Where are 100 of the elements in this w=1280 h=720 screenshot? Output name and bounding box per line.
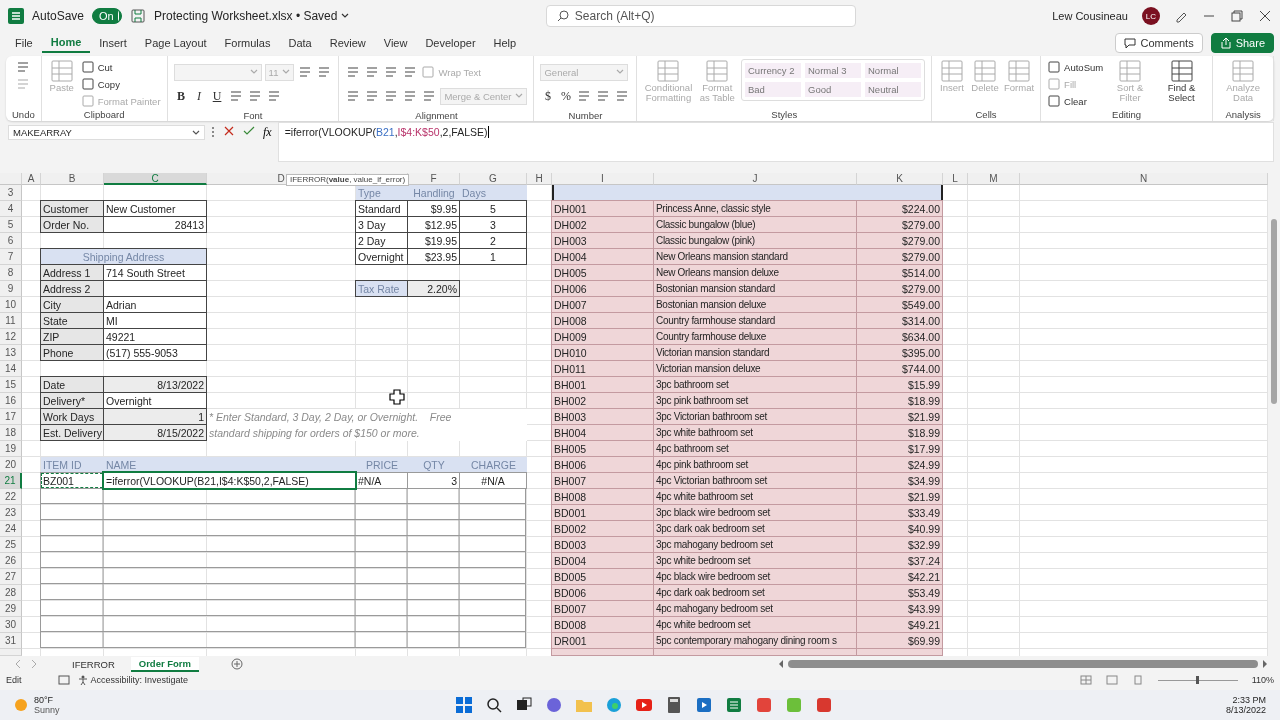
row-header[interactable]: 30 (0, 617, 22, 633)
spreadsheet-app-icon[interactable] (725, 696, 743, 714)
style-swatch[interactable]: Normal 3 (805, 63, 861, 78)
row-header[interactable]: 6 (0, 233, 22, 249)
page-break-icon[interactable] (1131, 675, 1144, 685)
ribbon-button[interactable]: AutoSum (1047, 59, 1104, 75)
row-header[interactable]: 9 (0, 281, 22, 297)
row-header[interactable]: 15 (0, 377, 22, 393)
add-sheet-icon[interactable] (231, 658, 243, 670)
row-header[interactable]: 26 (0, 553, 22, 569)
style-swatch[interactable]: Bad (745, 82, 801, 97)
restore-icon[interactable] (1230, 9, 1244, 23)
document-title[interactable]: Protecting Worksheet.xlsx • Saved (154, 9, 350, 23)
column-header[interactable]: I (552, 173, 654, 185)
ribbon-tab[interactable]: Page Layout (135, 34, 216, 52)
row-header[interactable]: 28 (0, 585, 22, 601)
style-swatch[interactable]: Normal (865, 63, 921, 78)
bold-button[interactable]: B (173, 88, 189, 104)
scroll-thumb[interactable] (1271, 219, 1277, 404)
column-header[interactable]: L (943, 173, 968, 185)
zoom-slider[interactable] (1157, 675, 1238, 685)
play-icon[interactable] (635, 696, 653, 714)
column-header[interactable]: F (408, 173, 460, 185)
ribbon-button[interactable]: Cut (80, 59, 161, 75)
row-header[interactable]: 27 (0, 569, 22, 585)
app-icon[interactable] (755, 696, 773, 714)
scroll-left-icon[interactable] (778, 660, 784, 668)
row-header[interactable] (0, 649, 22, 656)
row-header[interactable]: 5 (0, 217, 22, 233)
normal-view-icon[interactable] (1079, 675, 1092, 685)
row-header[interactable]: 10 (0, 297, 22, 313)
row-header[interactable]: 16 (0, 393, 22, 409)
calculator-icon[interactable] (665, 696, 683, 714)
sun-icon[interactable] (14, 698, 28, 712)
user-avatar[interactable]: LC (1142, 7, 1160, 25)
row-header[interactable]: 14 (0, 361, 22, 377)
autosave-toggle[interactable]: On (92, 8, 123, 24)
page-layout-icon[interactable] (1105, 675, 1118, 685)
column-header[interactable]: K (857, 173, 943, 185)
accessibility-button[interactable]: Accessibility: Investigate (77, 675, 189, 685)
insert-function-button[interactable]: fx (263, 125, 272, 140)
italic-button[interactable]: I (191, 88, 207, 104)
ribbon-tab[interactable]: View (374, 34, 417, 52)
zoom-level[interactable]: 110% (1251, 675, 1274, 685)
app-icon[interactable] (785, 696, 803, 714)
column-header[interactable]: A (22, 173, 41, 185)
row-header[interactable]: 7 (0, 249, 22, 265)
comments-button[interactable]: Comments (1115, 33, 1203, 53)
handle-icon[interactable] (211, 125, 215, 139)
formula-field[interactable]: =iferror(VLOOKUP(B21,I$4:K$50,2,FALSE) (277, 122, 1274, 162)
name-box[interactable]: MAKEARRAY (8, 125, 205, 140)
style-swatch[interactable]: Neutral (865, 82, 921, 97)
column-header[interactable]: C (104, 173, 207, 185)
style-swatch[interactable]: Good (805, 82, 861, 97)
row-header[interactable]: 25 (0, 537, 22, 553)
spreadsheet-logo-icon[interactable] (8, 8, 24, 24)
row-header[interactable]: 3 (0, 185, 22, 201)
column-header[interactable]: N (1020, 173, 1268, 185)
ribbon-tab[interactable]: Formulas (215, 34, 280, 52)
ribbon-tab[interactable]: Help (484, 34, 526, 52)
column-header[interactable]: H (527, 173, 552, 185)
scroll-right-icon[interactable] (1262, 660, 1268, 668)
save-icon[interactable] (130, 8, 147, 24)
number-style-button[interactable]: $ (540, 88, 556, 104)
cancel-icon[interactable] (223, 125, 235, 137)
row-header[interactable]: 19 (0, 441, 22, 457)
share-button[interactable]: Share (1210, 33, 1274, 53)
ribbon-button[interactable]: Find & Select (1156, 59, 1207, 109)
sheet-tab[interactable]: IFERROR (64, 656, 123, 672)
column-header[interactable]: J (654, 173, 857, 185)
row-header[interactable]: 12 (0, 329, 22, 345)
row-header[interactable]: 22 (0, 489, 22, 505)
ribbon-tab[interactable]: Home (41, 33, 91, 53)
row-header[interactable]: 18 (0, 425, 22, 441)
ribbon-button[interactable]: Clear (1047, 93, 1104, 109)
number-style-button[interactable]: % (558, 88, 574, 104)
ribbon-tab[interactable]: Data (279, 34, 321, 52)
style-gallery[interactable]: Currency 2 Normal 3 Normal Bad Good Neutral (741, 59, 925, 101)
app-icon[interactable] (815, 696, 833, 714)
row-header[interactable]: 17 (0, 409, 22, 425)
column-header[interactable]: G (460, 173, 527, 185)
video-app-icon[interactable] (695, 696, 713, 714)
ribbon-tab[interactable]: File (6, 34, 42, 52)
row-header[interactable]: 20 (0, 457, 22, 473)
underline-button[interactable]: U (209, 88, 225, 104)
search-field[interactable]: Search (Alt+Q) (545, 5, 856, 27)
row-header[interactable]: 11 (0, 313, 22, 329)
style-swatch[interactable]: Currency 2 (745, 63, 801, 78)
ribbon-tab[interactable]: Developer (416, 34, 485, 52)
ribbon-tab[interactable]: Review (320, 34, 375, 52)
sheet-tab[interactable]: Order Form (130, 656, 199, 672)
ribbon-button[interactable]: Copy (80, 76, 161, 92)
row-header[interactable]: 24 (0, 521, 22, 537)
row-header[interactable]: 4 (0, 201, 22, 217)
browser-icon[interactable] (605, 696, 623, 714)
windows-start-icon[interactable] (455, 696, 473, 714)
macro-icon[interactable] (57, 675, 70, 685)
slider-thumb[interactable] (1196, 676, 1200, 684)
column-header[interactable]: M (968, 173, 1020, 185)
row-header[interactable]: 29 (0, 601, 22, 617)
